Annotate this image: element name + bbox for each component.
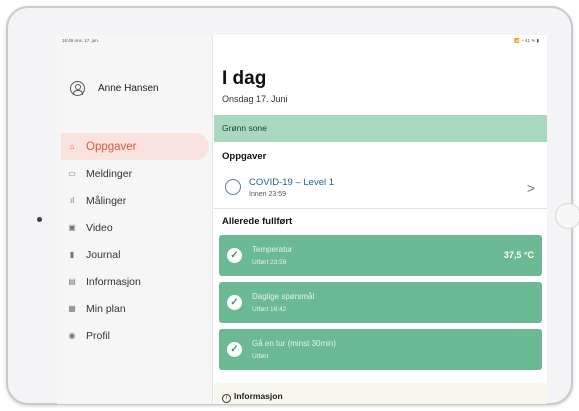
sidebar-item-label: Min plan: [86, 302, 126, 315]
sidebar-item-label: Journal: [86, 248, 121, 261]
information-label: Informasjon: [234, 391, 283, 401]
task-title: COVID-19 – Level 1: [249, 177, 335, 188]
sidebar-item-label: Meldinger: [86, 167, 133, 180]
main-content: 📶 ◔ 41 % ▮ I dag Onsdag 17. Juni Grønn s…: [214, 35, 547, 404]
completed-title: Gå en tur (minst 30min): [252, 339, 337, 348]
journal-icon: ▮: [69, 250, 75, 259]
measurements-icon: ıl: [70, 196, 74, 205]
completed-time: Utført: [252, 353, 269, 360]
sidebar-nav: ⌂ Oppgaver ▭ Meldinger ıl Målinger ▣ Vid…: [57, 133, 213, 349]
status-bar-right: 📶 ◔ 41 % ▮: [214, 35, 547, 49]
app-screen: 16:49 ons. 17. jun. Anne Hansen ⌂ Oppgav…: [57, 35, 547, 404]
sidebar-item-label: Informasjon: [86, 275, 141, 288]
completed-title: Temperatur: [252, 245, 293, 254]
avatar-icon: [70, 81, 85, 96]
tablet-frame: 16:49 ons. 17. jun. Anne Hansen ⌂ Oppgav…: [6, 6, 579, 405]
status-indicators: 📶 ◔ 41 % ▮: [514, 38, 539, 43]
checkmark-icon: ✓: [227, 342, 242, 357]
messages-icon: ▭: [68, 169, 76, 178]
sidebar-item-meldinger[interactable]: ▭ Meldinger: [61, 160, 209, 187]
plan-icon: ▦: [68, 304, 76, 313]
completed-card-ga-en-tur[interactable]: ✓ Gå en tur (minst 30min) Utført: [219, 329, 542, 370]
checkmark-icon: ✓: [227, 248, 242, 263]
sidebar-item-min-plan[interactable]: ▦ Min plan: [61, 295, 209, 322]
task-deadline: Innen 23:59: [249, 191, 286, 198]
video-icon: ▣: [68, 223, 76, 232]
page-title: I dag: [222, 68, 267, 89]
camera-dot: [37, 217, 42, 222]
zone-banner: Grønn sone: [214, 115, 547, 142]
task-row-covid[interactable]: COVID-19 – Level 1 Innen 23:59 >: [214, 167, 547, 209]
chevron-right-icon: >: [526, 180, 535, 196]
user-name: Anne Hansen: [98, 83, 159, 94]
sidebar-item-video[interactable]: ▣ Video: [61, 214, 209, 241]
checkmark-icon: ✓: [227, 295, 242, 310]
sidebar-item-journal[interactable]: ▮ Journal: [61, 241, 209, 268]
user-profile[interactable]: Anne Hansen: [70, 81, 159, 96]
completed-time: Utført 16:42: [252, 306, 287, 313]
home-button[interactable]: [555, 203, 579, 229]
info-icon: i: [222, 394, 231, 403]
sidebar-item-label: Oppgaver: [86, 140, 137, 153]
completed-card-daglige-sporsmal[interactable]: ✓ Daglige spørsmål Utført 16:42: [219, 282, 542, 323]
sidebar-item-malinger[interactable]: ıl Målinger: [61, 187, 209, 214]
sidebar-item-oppgaver[interactable]: ⌂ Oppgaver: [61, 133, 209, 160]
sidebar-item-label: Profil: [86, 329, 110, 342]
completed-title: Daglige spørsmål: [252, 292, 315, 301]
sidebar-item-profil[interactable]: ◉ Profil: [61, 322, 209, 349]
task-status-circle-icon: [225, 179, 241, 195]
status-time: 16:49 ons. 17. jun.: [62, 38, 100, 43]
tasks-heading: Oppgaver: [222, 151, 267, 162]
temperature-value: 37,5 °C: [503, 250, 534, 260]
information-section[interactable]: i Informasjon: [214, 383, 547, 404]
sidebar: 16:49 ons. 17. jun. Anne Hansen ⌂ Oppgav…: [57, 35, 213, 404]
sidebar-item-informasjon[interactable]: ▤ Informasjon: [61, 268, 209, 295]
page-date: Onsdag 17. Juni: [222, 94, 288, 104]
completed-time: Utført 23:59: [252, 259, 287, 266]
home-icon: ⌂: [69, 142, 75, 151]
completed-heading: Allerede fullført: [222, 216, 293, 227]
sidebar-item-label: Målinger: [86, 194, 127, 207]
information-icon: ▤: [68, 277, 76, 286]
profile-icon: ◉: [68, 331, 76, 340]
completed-card-temperatur[interactable]: ✓ Temperatur Utført 23:59 37,5 °C: [219, 235, 542, 276]
sidebar-item-label: Video: [86, 221, 113, 234]
